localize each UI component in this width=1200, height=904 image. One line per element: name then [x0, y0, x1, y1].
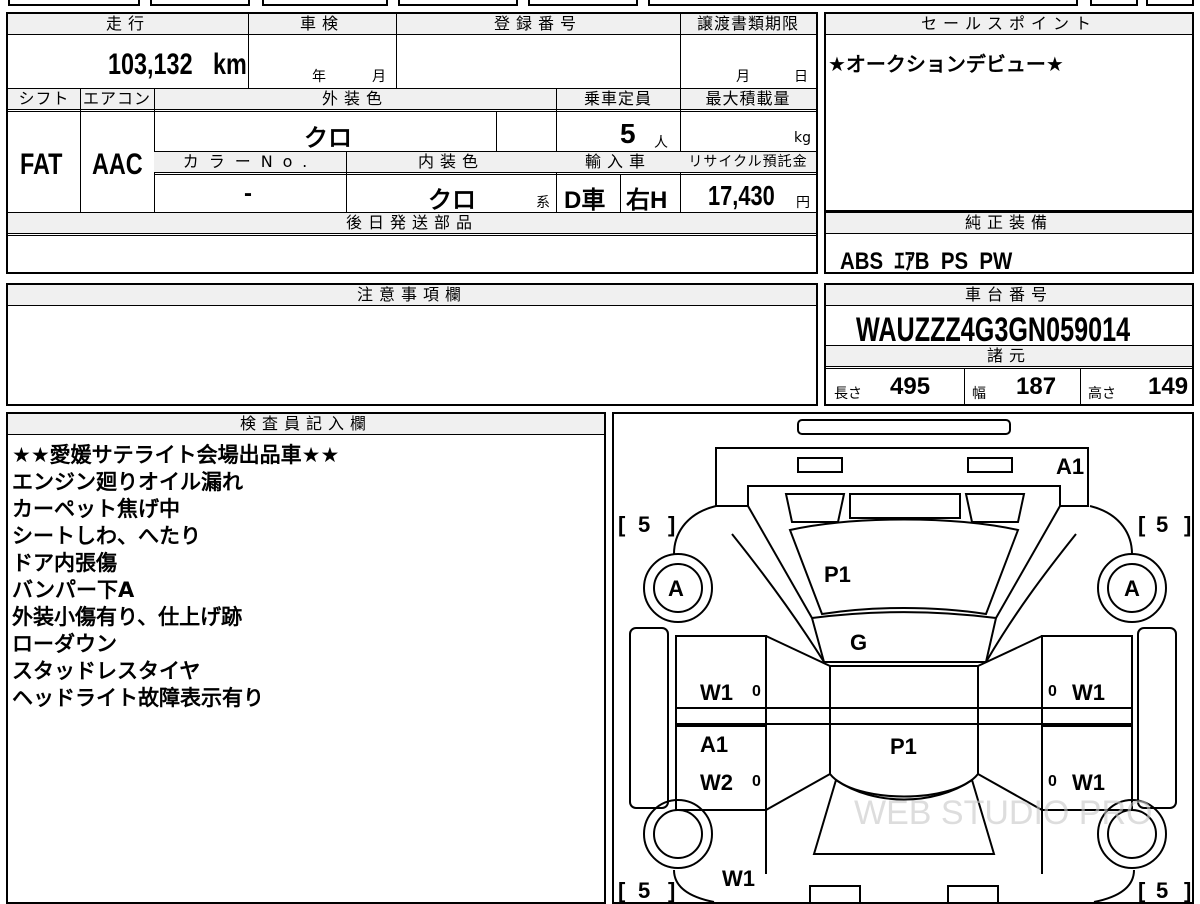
capacity-value: 5	[620, 118, 636, 149]
watermark: WEB STUDIO PRO	[854, 794, 1152, 832]
mark-hood: P1	[824, 562, 851, 587]
bracket-close: ]	[1184, 878, 1191, 902]
notes-field-label: 注意事項欄	[8, 285, 816, 306]
bracket-open: [	[618, 878, 626, 902]
exterior-color-value: クロ	[304, 125, 352, 152]
color-no-value: -	[244, 180, 252, 207]
zero-mark: 0	[752, 683, 761, 700]
inspection-label: 車検	[248, 14, 396, 35]
inspector-line: ローダウン	[12, 632, 117, 656]
inspector-line: 外装小傷有り、仕上げ跡	[12, 605, 243, 629]
tread-front-left: 5	[638, 512, 650, 537]
inspector-line: ★★愛媛サテライト会場出品車★★	[12, 443, 340, 467]
chassis-box: 車台番号 WAUZZZ4G3GN059014 諸元 長さ 495 幅 187 高…	[824, 283, 1194, 406]
recycle-label: リサイクル預託金	[680, 152, 816, 173]
tread-front-right: 5	[1156, 512, 1168, 537]
bracket-close: ]	[1184, 512, 1191, 537]
recycle-unit: 円	[796, 195, 810, 211]
equipment-text: ABS ｴｱB PS PW	[840, 248, 1013, 275]
zero-mark: 0	[1048, 773, 1057, 790]
bracket-open: [	[1138, 512, 1146, 537]
mileage-unit: km	[213, 48, 247, 81]
sales-point-box: セールスポイント ★オークションデビュー★	[824, 12, 1194, 212]
mark-roof: P1	[890, 734, 917, 759]
mark-left-front-door: W1	[700, 680, 733, 705]
max-load-label: 最大積載量	[680, 89, 816, 110]
bracket-open: [	[1138, 878, 1146, 902]
interior-color-value: クロ	[428, 187, 476, 214]
mark-wheel-front-right: A	[1124, 576, 1140, 601]
inspector-line: エンジン廻りオイル漏れ	[12, 470, 243, 494]
tread-rear-right: 5	[1156, 878, 1168, 902]
zero-mark: 0	[1048, 683, 1057, 700]
mark-windshield: G	[850, 630, 867, 655]
recycle-value: 17,430	[708, 180, 775, 211]
mark-left-rear-door-w: W2	[700, 770, 733, 795]
spec-height-label: 高さ	[1088, 386, 1116, 402]
deadline-day-unit: 日	[794, 69, 808, 85]
equipment-box: 純正装備 ABS ｴｱB PS PW	[824, 211, 1194, 275]
sales-point-label: セールスポイント	[826, 14, 1192, 35]
sales-point-text: ★オークションデビュー★	[828, 52, 1064, 76]
car-diagram-box: [ 5 ] [ 5 ] [ 5 ] [ 5 ] A1 P1 G P1 A A W…	[612, 412, 1194, 904]
capacity-unit: 人	[654, 135, 668, 151]
registration-label: 登録番号	[396, 14, 680, 35]
shift-label: シフト	[8, 89, 80, 110]
inspector-line: カーペット焦げ中	[12, 497, 180, 521]
interior-color-label: 内装色	[346, 152, 556, 173]
mark-right-rear-door: W1	[1072, 770, 1105, 795]
zero-mark: 0	[752, 773, 761, 790]
max-load-unit: kg	[794, 130, 811, 146]
tread-rear-left: 5	[638, 878, 650, 902]
bracket-open: [	[618, 512, 626, 537]
top-strip	[0, 0, 1200, 8]
later-parts-label: 後日発送部品	[8, 213, 816, 234]
inspection-year-unit: 年	[312, 69, 326, 85]
bracket-close: ]	[668, 878, 675, 902]
mark-left-rear-door-a: A1	[700, 732, 728, 757]
transfer-deadline-label: 譲渡書類期限	[680, 14, 816, 35]
spec-width-label: 幅	[972, 386, 986, 402]
inspector-line: ドア内張傷	[12, 551, 117, 575]
mark-front: A1	[1056, 454, 1084, 479]
mark-rear-left: W1	[722, 866, 755, 891]
import-steering: 右H	[626, 187, 668, 214]
chassis-label: 車台番号	[826, 285, 1192, 306]
interior-color-suffix: 系	[536, 195, 550, 211]
mileage-label: 走行	[8, 14, 248, 35]
shift-value: FAT	[20, 148, 63, 181]
equipment-label: 純正装備	[826, 213, 1192, 234]
mark-right-front-door: W1	[1072, 680, 1105, 705]
inspector-label: 検査員記入欄	[8, 414, 604, 435]
inspection-month-unit: 月	[372, 69, 386, 85]
bracket-close: ]	[668, 512, 675, 537]
inspector-notes: ★★愛媛サテライト会場出品車★★ エンジン廻りオイル漏れ カーペット焦げ中 シー…	[12, 442, 339, 712]
spec-length-value: 495	[890, 373, 931, 400]
mileage-value: 103,132	[108, 48, 193, 81]
capacity-label: 乗車定員	[556, 89, 680, 110]
inspector-line: シートしわ、へたり	[12, 524, 201, 548]
aircon-label: エアコン	[80, 89, 154, 110]
specs-label: 諸元	[826, 346, 1192, 367]
car-diagram: [ 5 ] [ 5 ] [ 5 ] [ 5 ] A1 P1 G P1 A A W…	[618, 419, 1191, 902]
import-dealer: D車	[564, 187, 606, 214]
spec-width-value: 187	[1016, 373, 1057, 400]
spec-height-value: 149	[1148, 373, 1189, 400]
inspector-line: スタッドレスタイヤ	[12, 659, 201, 683]
color-no-label: カラーNo.	[154, 152, 346, 173]
inspector-line: バンパー下A	[12, 578, 135, 602]
spec-length-label: 長さ	[834, 386, 862, 402]
inspector-box: 検査員記入欄 ★★愛媛サテライト会場出品車★★ エンジン廻りオイル漏れ カーペッ…	[6, 412, 606, 904]
aircon-value: AAC	[92, 148, 143, 181]
mark-wheel-front-left: A	[668, 576, 684, 601]
deadline-month-unit: 月	[736, 69, 750, 85]
notes-field-box: 注意事項欄	[6, 283, 818, 406]
exterior-color-label: 外装色	[154, 89, 556, 110]
vehicle-info-table: 走行 車検 登録番号 譲渡書類期限 103,132 km 年 月 月 日 シフト…	[6, 12, 818, 274]
inspector-line: ヘッドライト故障表示有り	[12, 686, 264, 710]
import-label: 輸入車	[556, 152, 680, 173]
